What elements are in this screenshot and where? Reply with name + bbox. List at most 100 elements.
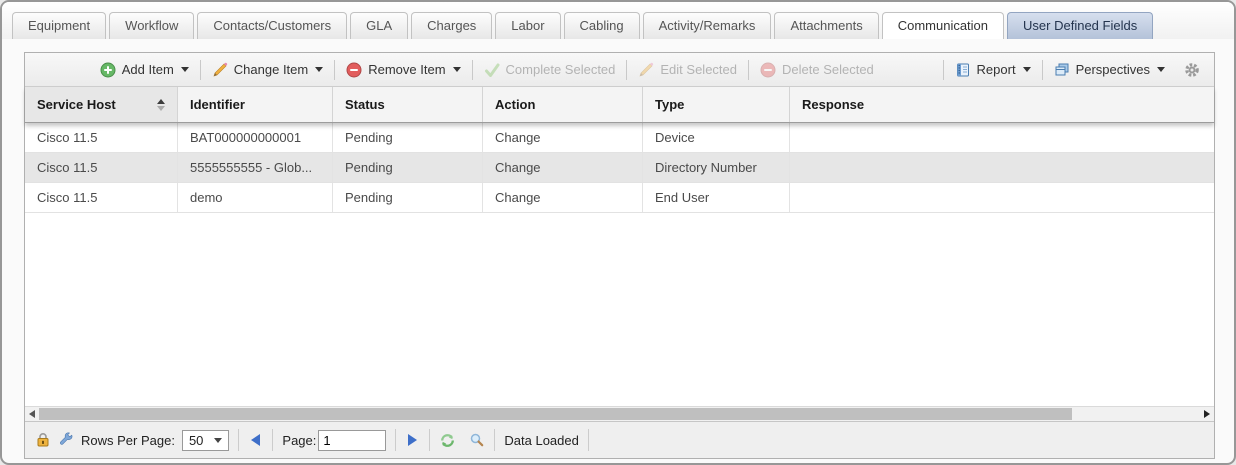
lock-button[interactable] xyxy=(35,432,51,448)
chevron-down-icon xyxy=(1023,67,1031,72)
separator xyxy=(395,429,396,451)
tab-equipment[interactable]: Equipment xyxy=(12,12,106,39)
separator xyxy=(588,429,589,451)
complete-selected-label: Complete Selected xyxy=(506,62,616,77)
toolbar-separator xyxy=(200,60,201,80)
pencil-icon xyxy=(212,62,228,78)
cell-status: Pending xyxy=(333,123,483,152)
cell-response xyxy=(790,153,1214,182)
gear-icon xyxy=(1184,62,1200,78)
tab-attachments[interactable]: Attachments xyxy=(774,12,878,39)
right-arrow-icon xyxy=(1204,410,1210,418)
cell-service-host: Cisco 11.5 xyxy=(25,183,178,212)
rows-per-page-value: 50 xyxy=(189,433,203,448)
column-header-status[interactable]: Status xyxy=(333,87,483,122)
cell-identifier: BAT000000000001 xyxy=(178,123,333,152)
scroll-left-button[interactable] xyxy=(25,407,39,421)
scrollbar-track[interactable] xyxy=(39,407,1200,421)
cell-status: Pending xyxy=(333,183,483,212)
report-button[interactable]: Report xyxy=(946,58,1040,82)
change-item-button[interactable]: Change Item xyxy=(203,58,332,82)
minus-circle-icon xyxy=(346,62,362,78)
separator xyxy=(238,429,239,451)
column-header-action[interactable]: Action xyxy=(483,87,643,122)
plus-circle-icon xyxy=(100,62,116,78)
settings-button[interactable] xyxy=(1178,58,1206,82)
cell-service-host: Cisco 11.5 xyxy=(25,153,178,182)
column-header-service-host[interactable]: Service Host xyxy=(25,87,178,122)
stacked-windows-icon xyxy=(1054,62,1070,78)
cell-response xyxy=(790,183,1214,212)
horizontal-scrollbar[interactable] xyxy=(25,406,1214,421)
add-item-button[interactable]: Add Item xyxy=(91,58,198,82)
report-label: Report xyxy=(977,62,1016,77)
grid-footer: Rows Per Page: 50 Page: xyxy=(25,421,1214,458)
tab-charges[interactable]: Charges xyxy=(411,12,492,39)
column-label: Action xyxy=(495,97,535,112)
padlock-icon xyxy=(35,432,51,448)
chevron-down-icon xyxy=(1157,67,1165,72)
toolbar-separator xyxy=(334,60,335,80)
scroll-right-button[interactable] xyxy=(1200,407,1214,421)
notebook-icon xyxy=(955,62,971,78)
add-item-label: Add Item xyxy=(122,62,174,77)
chevron-down-icon xyxy=(315,67,323,72)
toolbar-separator xyxy=(472,60,473,80)
column-label: Service Host xyxy=(37,97,116,112)
cell-action: Change xyxy=(483,153,643,182)
tab-activity-remarks[interactable]: Activity/Remarks xyxy=(643,12,772,39)
application-panel: Equipment Workflow Contacts/Customers GL… xyxy=(0,0,1236,465)
tab-communication[interactable]: Communication xyxy=(882,12,1004,39)
perspectives-label: Perspectives xyxy=(1076,62,1150,77)
scrollbar-thumb[interactable] xyxy=(39,408,1072,420)
cell-action: Change xyxy=(483,123,643,152)
check-icon xyxy=(484,62,500,78)
page-number-input[interactable] xyxy=(318,430,386,451)
separator xyxy=(272,429,273,451)
communication-grid: Add Item Change Item xyxy=(24,52,1215,459)
cell-status: Pending xyxy=(333,153,483,182)
cell-action: Change xyxy=(483,183,643,212)
rows-per-page-select[interactable]: 50 xyxy=(182,430,229,451)
delete-selected-label: Delete Selected xyxy=(782,62,874,77)
tab-user-defined-fields[interactable]: User Defined Fields xyxy=(1007,12,1153,39)
edit-selected-button: Edit Selected xyxy=(629,58,746,82)
cell-type: Device xyxy=(643,123,790,152)
delete-selected-button: Delete Selected xyxy=(751,58,883,82)
pencil-icon xyxy=(638,62,654,78)
table-row[interactable]: Cisco 11.5 BAT000000000001 Pending Chang… xyxy=(25,123,1214,153)
tab-bar: Equipment Workflow Contacts/Customers GL… xyxy=(2,2,1234,39)
complete-selected-button: Complete Selected xyxy=(475,58,625,82)
tab-workflow[interactable]: Workflow xyxy=(109,12,194,39)
remove-item-button[interactable]: Remove Item xyxy=(337,58,469,82)
search-button[interactable] xyxy=(469,432,485,448)
toolbar-separator xyxy=(1042,60,1043,80)
table-header: Service Host Identifier Status Action Ty… xyxy=(25,87,1214,123)
previous-page-button[interactable] xyxy=(248,434,263,446)
customize-button[interactable] xyxy=(58,432,74,448)
table-row[interactable]: Cisco 11.5 5555555555 - Glob... Pending … xyxy=(25,153,1214,183)
cell-type: Directory Number xyxy=(643,153,790,182)
column-header-identifier[interactable]: Identifier xyxy=(178,87,333,122)
separator xyxy=(494,429,495,451)
perspectives-button[interactable]: Perspectives xyxy=(1045,58,1174,82)
change-item-label: Change Item xyxy=(234,62,308,77)
tab-gla[interactable]: GLA xyxy=(350,12,408,39)
tab-cabling[interactable]: Cabling xyxy=(564,12,640,39)
tab-labor[interactable]: Labor xyxy=(495,12,560,39)
column-header-response[interactable]: Response xyxy=(790,87,1214,122)
column-label: Identifier xyxy=(190,97,245,112)
tab-contacts-customers[interactable]: Contacts/Customers xyxy=(197,12,347,39)
status-text: Data Loaded xyxy=(504,433,578,448)
cell-identifier: demo xyxy=(178,183,333,212)
refresh-button[interactable] xyxy=(439,432,456,449)
column-header-type[interactable]: Type xyxy=(643,87,790,122)
sort-arrows-icon xyxy=(157,99,165,111)
left-arrow-icon xyxy=(29,410,35,418)
separator xyxy=(429,429,430,451)
table-row[interactable]: Cisco 11.5 demo Pending Change End User xyxy=(25,183,1214,213)
chevron-down-icon xyxy=(181,67,189,72)
next-page-button[interactable] xyxy=(405,434,420,446)
grid-toolbar: Add Item Change Item xyxy=(25,53,1214,87)
cell-response xyxy=(790,123,1214,152)
